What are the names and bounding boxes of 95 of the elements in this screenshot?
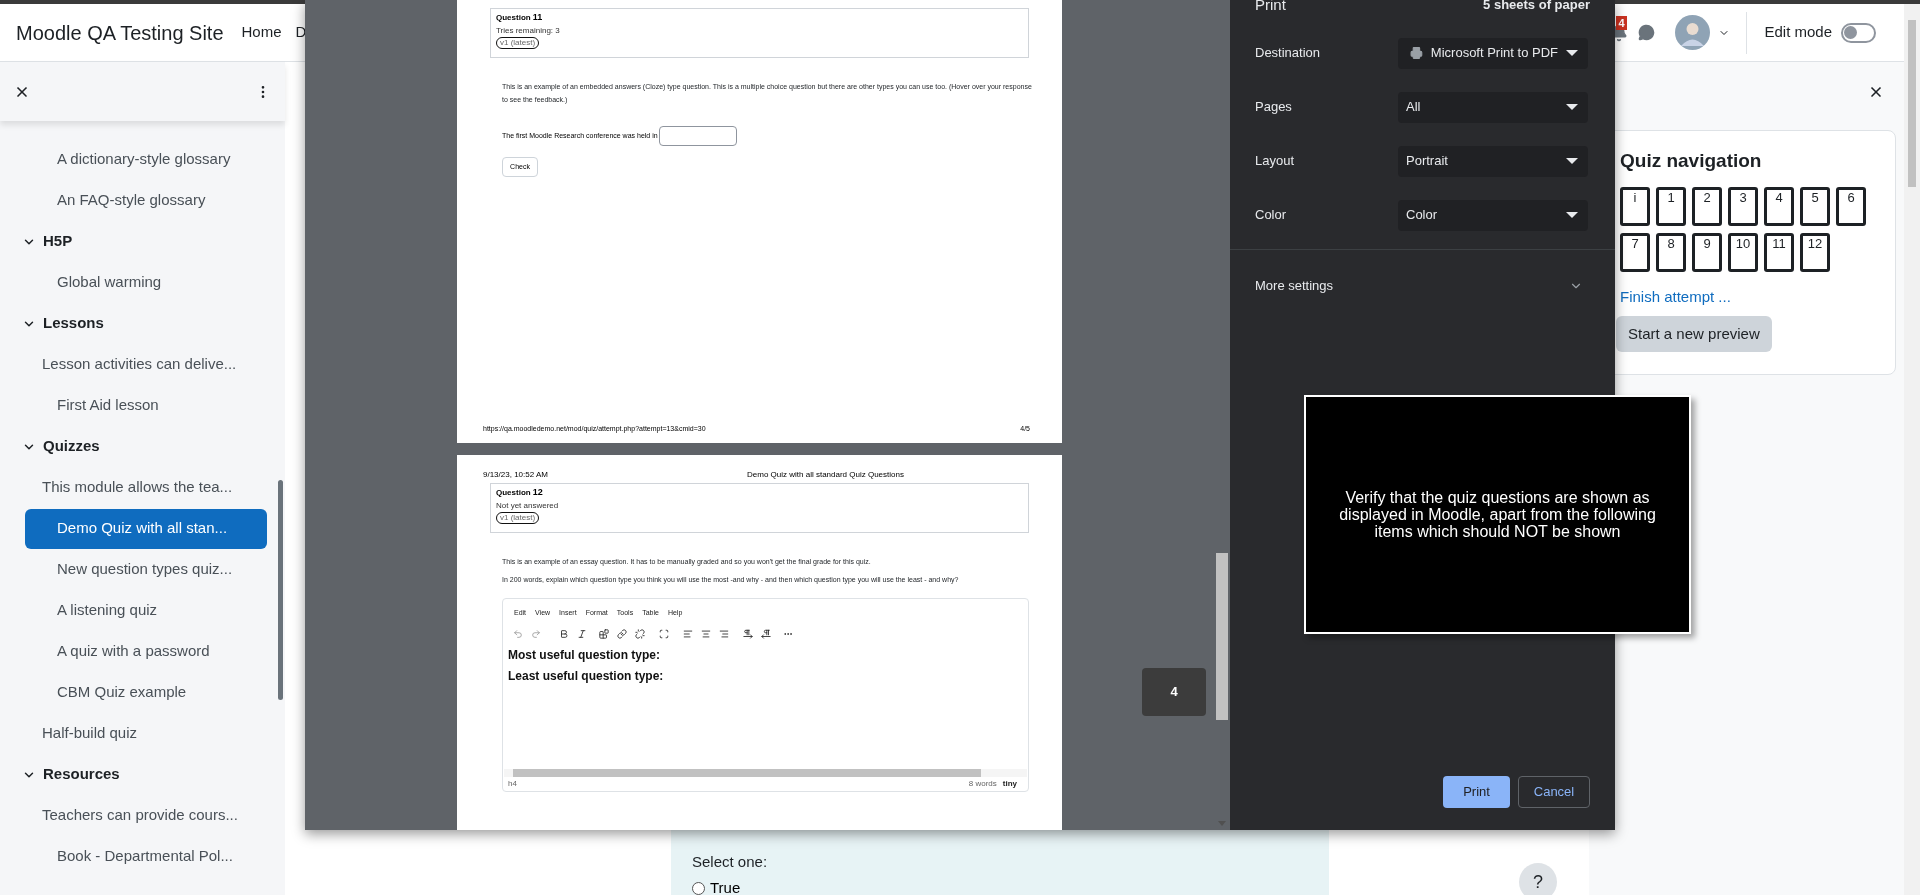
edit-mode-toggle[interactable] [1841,22,1876,43]
question-button[interactable]: 12 [1800,232,1830,272]
scrollbar-thumb[interactable] [278,480,283,700]
scrollbar-thumb[interactable] [1216,553,1228,720]
sidebar-item[interactable]: A listening quiz [25,590,267,631]
bold-icon[interactable] [559,628,569,639]
answer-field[interactable] [658,126,737,146]
link-icon[interactable] [617,628,627,639]
sidebar-item[interactable]: An FAQ-style glossary [25,180,267,221]
dialog-title: Print [1255,0,1286,12]
question-button[interactable]: 7 [1620,232,1650,272]
question-button[interactable]: 10 [1728,232,1758,272]
align-center-icon[interactable] [701,628,711,639]
question-button[interactable]: 8 [1656,232,1686,272]
section-heading[interactable]: Lessons [43,312,104,335]
fullscreen-icon[interactable] [659,628,669,639]
element-path: h4 [508,778,517,790]
editor-heading: Most useful question type: [508,646,661,664]
instruction-overlay: Verify that the quiz questions are shown as displayed in Moodle, apart from the following items which should NOT be shown [1304,395,1691,634]
close-icon[interactable] [1868,84,1884,100]
sidebar-item[interactable]: Global warming [25,262,267,303]
edit-mode-label: Edit mode [1764,22,1832,43]
align-right-icon[interactable] [719,628,729,639]
scrollbar-thumb[interactable] [1908,20,1916,187]
setting-dropdown[interactable]: Color [1398,199,1588,231]
radio-button[interactable] [692,881,705,895]
question-button[interactable]: 9 [1692,232,1722,272]
sidebar-item[interactable]: A dictionary-style glossary [25,139,267,180]
question-button[interactable]: 3 [1728,186,1758,226]
setting-dropdown[interactable]: Portrait [1398,145,1588,177]
sidebar-item[interactable]: CBM Quiz example [25,672,267,713]
sidebar-label[interactable]: Lesson activities can delive... [42,353,237,376]
dropdown-arrow-icon [1566,158,1578,164]
question-button[interactable]: i [1620,186,1650,226]
dropdown-arrow-icon [1566,212,1578,218]
notification-badge: 4 [1616,15,1627,30]
question-button[interactable]: 1 [1656,186,1686,226]
help-button[interactable]: ? [1519,863,1557,895]
question-button[interactable]: 4 [1764,186,1794,226]
sidebar-label[interactable]: Half-build quiz [42,722,138,745]
section-heading[interactable]: Quizzes [43,435,100,458]
blocks-icon[interactable] [599,628,609,639]
nav-link[interactable]: Home [241,21,282,44]
prompt-text: Select one: [692,853,769,871]
cancel-button[interactable]: Cancel [1518,776,1590,808]
sidebar-item[interactable]: First Aid lesson [25,385,267,426]
pilcrow-left-icon[interactable] [761,628,771,639]
question-button[interactable]: 5 [1800,186,1830,226]
print-button[interactable]: Print [1443,776,1510,808]
question-label: Question [496,487,531,498]
setting-label: Pages [1255,98,1293,117]
sidebar-item[interactable]: New question types quiz... [25,549,267,590]
question-status: Not yet answered [496,499,560,511]
more-settings-label[interactable]: More settings [1255,276,1334,296]
avatar[interactable] [1675,15,1711,50]
print-date: 9/13/23, 10:52 AM [483,469,548,481]
option-label[interactable]: True [710,879,741,895]
question-status: Tries remaining: 3 [496,24,561,36]
finish-attempt-link[interactable]: Finish attempt ... [1620,285,1731,308]
sheet-count: 5 sheets of paper [1483,0,1590,12]
dropdown-arrow-icon [1566,50,1578,56]
sidebar-item[interactable]: A quiz with a password [25,631,267,672]
question-button[interactable]: 6 [1836,186,1866,226]
question-number: 11 [532,11,543,24]
setting-label: Destination [1255,44,1322,63]
editor-brand: tiny [1002,778,1017,790]
unlink-icon[interactable] [635,628,645,639]
sidebar-label[interactable]: This module allows the tea... [42,476,233,499]
sidebar-item[interactable]: Demo Quiz with all stan... [25,508,267,549]
dropdown-arrow-icon [1566,104,1578,110]
chat-icon[interactable] [1638,24,1656,41]
question-label: Question [496,12,531,23]
question-button[interactable]: 11 [1764,232,1794,272]
scrollbar-thumb[interactable] [513,769,981,777]
align-left-icon[interactable] [683,628,693,639]
site-name[interactable]: Moodle QA Testing Site [16,17,224,48]
start-preview-button[interactable]: Start a new preview [1616,316,1772,352]
section-heading[interactable]: H5P [43,230,73,253]
section-heading[interactable]: Resources [43,763,120,786]
question-button[interactable]: 2 [1692,186,1722,226]
editor-heading: Least useful question type: [508,667,665,685]
setting-dropdown[interactable]: Microsoft Print to PDF [1398,37,1588,69]
sidebar-label[interactable]: Teachers can provide cours... [42,804,238,827]
page-indicator: 4 [1142,668,1206,716]
setting-dropdown[interactable]: All [1398,91,1588,123]
print-title: Demo Quiz with all standard Quiz Questions [747,469,904,481]
pilcrow-right-icon[interactable] [743,628,753,639]
italic-icon[interactable] [577,628,587,639]
question-number: 12 [532,486,543,499]
sidebar-item[interactable]: Book - Departmental Pol... [25,836,267,877]
setting-label: Color [1255,206,1288,225]
printer-icon [1410,45,1423,61]
word-count: 8 words [968,778,997,790]
card-title: Quiz navigation [1620,149,1763,173]
setting-label: Layout [1255,152,1296,171]
